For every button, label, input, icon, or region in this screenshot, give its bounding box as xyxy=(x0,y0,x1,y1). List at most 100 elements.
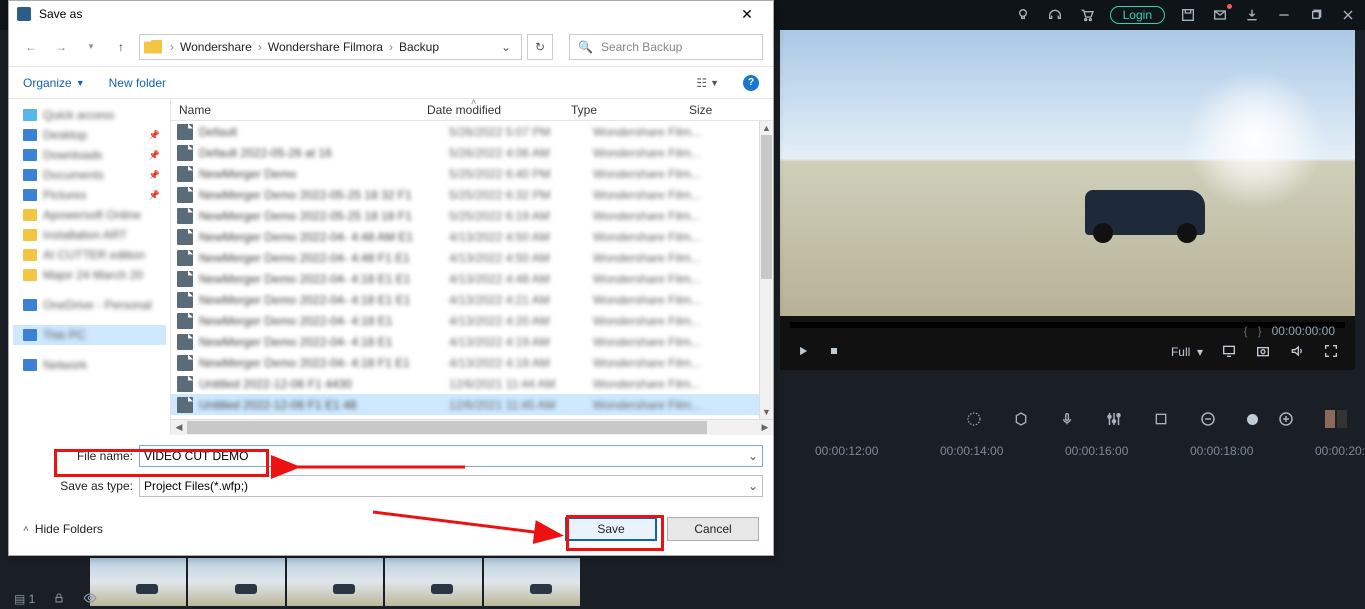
file-row[interactable]: NewMerger Demo 2022-04- 4:48 F1 E14/13/2… xyxy=(171,247,773,268)
chevron-right-icon[interactable]: › xyxy=(387,40,395,54)
nav-pane-item[interactable]: Documents📌 xyxy=(13,165,166,185)
close-app-icon[interactable] xyxy=(1339,6,1357,24)
savetype-select[interactable]: Project Files(*.wfp;) ⌄ xyxy=(139,475,763,497)
file-row[interactable]: NewMerger Demo 2022-04- 4:18 E1 E14/13/2… xyxy=(171,268,773,289)
help-icon[interactable]: ? xyxy=(743,75,759,91)
nav-recent-icon[interactable]: ▾ xyxy=(79,35,103,59)
column-date[interactable]: Date modified xyxy=(427,103,571,117)
column-headers[interactable]: ˄ Name Date modified Type Size xyxy=(171,99,773,121)
nav-pane-item[interactable]: OneDrive - Personal xyxy=(13,295,166,315)
file-row[interactable]: Untitled 2022-12-06 F1 E1 4812/6/2021 11… xyxy=(171,394,773,415)
dialog-titlebar[interactable]: Save as ✕ xyxy=(9,1,773,27)
mixer-icon[interactable] xyxy=(1105,409,1123,429)
zoom-in-icon[interactable] xyxy=(1277,409,1295,429)
breadcrumb-item[interactable]: Wondershare xyxy=(178,40,254,54)
quality-selector[interactable]: Full ▾ xyxy=(1171,345,1203,359)
file-row[interactable]: NewMerger Demo 2022-04- 4:18 E14/13/2022… xyxy=(171,331,773,352)
file-row[interactable]: NewMerger Demo 2022-05-25 18 18 F15/25/2… xyxy=(171,205,773,226)
cancel-button[interactable]: Cancel xyxy=(667,517,759,541)
breadcrumb-item[interactable]: Wondershare Filmora xyxy=(266,40,385,54)
save-button[interactable]: Save xyxy=(565,517,657,541)
column-size[interactable]: Size xyxy=(689,103,727,117)
nav-pane-item[interactable]: Major 24 March 20 xyxy=(13,265,166,285)
nav-pane-item[interactable]: This PC xyxy=(13,325,166,345)
close-icon[interactable]: ✕ xyxy=(729,3,765,25)
marker-icon[interactable] xyxy=(1013,409,1029,429)
nav-up-icon[interactable]: ↑ xyxy=(109,35,133,59)
address-dropdown-icon[interactable]: ⌄ xyxy=(495,40,517,54)
folder-icon xyxy=(23,229,37,241)
login-button[interactable]: Login xyxy=(1110,6,1165,24)
download-icon[interactable] xyxy=(1243,6,1261,24)
scrollbar-thumb[interactable] xyxy=(187,421,707,434)
nav-forward-icon[interactable]: → xyxy=(49,35,73,59)
file-row[interactable]: Default 2022-05-26 at 165/26/2022 4:06 A… xyxy=(171,142,773,163)
volume-icon[interactable] xyxy=(1289,343,1305,362)
stop-button[interactable] xyxy=(828,345,840,360)
vertical-scrollbar[interactable]: ▲ ▼ xyxy=(759,121,773,419)
minimize-icon[interactable] xyxy=(1275,6,1293,24)
nav-pane-item[interactable]: AI CUTTER edition xyxy=(13,245,166,265)
scroll-left-icon[interactable]: ◀ xyxy=(171,422,187,433)
search-input[interactable]: 🔍 Search Backup xyxy=(569,34,763,60)
file-row[interactable]: NewMerger Demo 2022-04- 4:18 E1 E14/13/2… xyxy=(171,289,773,310)
new-folder-button[interactable]: New folder xyxy=(109,76,166,90)
play-button[interactable] xyxy=(796,344,810,361)
file-type: Wondershare Film... xyxy=(593,230,711,244)
nav-pane-item[interactable]: Network xyxy=(13,355,166,375)
nav-pane-item[interactable]: Downloads📌 xyxy=(13,145,166,165)
render-icon[interactable] xyxy=(965,409,983,429)
restore-icon[interactable] xyxy=(1307,6,1325,24)
column-name[interactable]: Name xyxy=(171,103,427,117)
scrollbar-thumb[interactable] xyxy=(761,135,772,279)
nav-pane-item[interactable]: Installation ART xyxy=(13,225,166,245)
fullscreen-icon[interactable] xyxy=(1323,343,1339,362)
organize-menu[interactable]: Organize ▼ xyxy=(23,76,85,90)
display-icon[interactable] xyxy=(1221,343,1237,362)
file-row[interactable]: Default5/26/2022 5:07 PMWondershare Film… xyxy=(171,121,773,142)
filename-input[interactable] xyxy=(144,449,742,463)
message-icon[interactable] xyxy=(1211,6,1229,24)
keyframe-icon[interactable] xyxy=(1153,409,1169,429)
zoom-out-icon[interactable] xyxy=(1199,409,1217,429)
nav-pane-item[interactable]: Quick access xyxy=(13,105,166,125)
horizontal-scrollbar[interactable]: ◀ ▶ xyxy=(171,419,773,435)
visibility-icon[interactable] xyxy=(83,591,97,608)
nav-pane-item[interactable]: Pictures📌 xyxy=(13,185,166,205)
scroll-down-icon[interactable]: ▼ xyxy=(760,405,773,419)
scroll-right-icon[interactable]: ▶ xyxy=(757,422,773,433)
lock-icon[interactable] xyxy=(53,592,65,607)
save-icon[interactable] xyxy=(1179,6,1197,24)
snapshot-icon[interactable] xyxy=(1255,343,1271,362)
column-type[interactable]: Type xyxy=(571,103,689,117)
file-row[interactable]: NewMerger Demo5/25/2022 6:40 PMWondersha… xyxy=(171,163,773,184)
file-name: NewMerger Demo 2022-04- 4:18 E1 E1 xyxy=(199,272,449,286)
layers-icon[interactable]: ▤ 1 xyxy=(14,592,35,606)
file-row[interactable]: NewMerger Demo 2022-04- 4:18 E14/13/2022… xyxy=(171,310,773,331)
timeline-ruler[interactable]: 00:00:12:00 00:00:14:00 00:00:16:00 00:0… xyxy=(775,444,1365,468)
cart-icon[interactable] xyxy=(1078,6,1096,24)
support-icon[interactable] xyxy=(1046,6,1064,24)
file-row[interactable]: NewMerger Demo 2022-05-25 18 32 F15/25/2… xyxy=(171,184,773,205)
hide-folders-button[interactable]: ˄Hide Folders xyxy=(23,522,103,536)
timeline-clip[interactable] xyxy=(90,558,580,606)
nav-pane-item[interactable]: Desktop📌 xyxy=(13,125,166,145)
scroll-up-icon[interactable]: ▲ xyxy=(760,121,773,135)
nav-back-icon[interactable]: ← xyxy=(19,35,43,59)
chevron-right-icon[interactable]: › xyxy=(168,40,176,54)
file-row[interactable]: NewMerger Demo 2022-04- 4:48 AM E14/13/2… xyxy=(171,226,773,247)
view-menu[interactable]: ☷ ▼ xyxy=(696,76,719,90)
file-date: 12/6/2021 11:44 AM xyxy=(449,377,593,391)
refresh-icon[interactable]: ↻ xyxy=(527,34,553,60)
tips-icon[interactable] xyxy=(1014,6,1032,24)
chevron-right-icon[interactable]: › xyxy=(256,40,264,54)
filename-dropdown-icon[interactable]: ⌄ xyxy=(742,449,758,463)
breadcrumb-item[interactable]: Backup xyxy=(397,40,441,54)
file-icon xyxy=(177,292,193,308)
voiceover-icon[interactable] xyxy=(1059,409,1075,429)
nav-pane-item[interactable]: Apowersoft Online xyxy=(13,205,166,225)
file-row[interactable]: Untitled 2022-12-06 F1 443012/6/2021 11:… xyxy=(171,373,773,394)
address-bar[interactable]: › Wondershare › Wondershare Filmora › Ba… xyxy=(139,34,522,60)
track-display-toggle[interactable] xyxy=(1325,410,1347,428)
file-row[interactable]: NewMerger Demo 2022-04- 4:18 F1 E14/13/2… xyxy=(171,352,773,373)
